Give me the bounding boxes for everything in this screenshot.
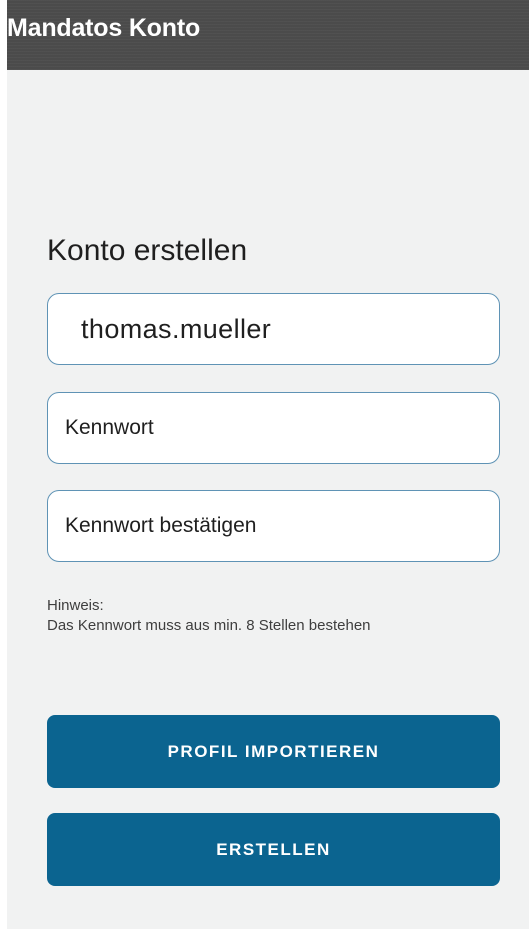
password-hint: Hinweis: Das Kennwort muss aus min. 8 St…: [47, 596, 487, 636]
confirm-password-placeholder: Kennwort bestätigen: [65, 514, 257, 537]
create-account-button[interactable]: ERSTELLEN: [47, 813, 500, 886]
app-bar: Mandatos Konto: [7, 0, 529, 70]
username-field[interactable]: thomas.mueller: [47, 293, 500, 365]
page-title: Konto erstellen: [47, 234, 248, 267]
app-title: Mandatos Konto: [7, 14, 201, 42]
password-placeholder: Kennwort: [65, 416, 154, 439]
username-value: thomas.mueller: [81, 313, 272, 344]
import-profile-button[interactable]: PROFIL IMPORTIEREN: [47, 715, 500, 788]
password-field[interactable]: Kennwort: [47, 392, 500, 464]
hint-label: Hinweis:: [47, 597, 104, 614]
hint-text: Das Kennwort muss aus min. 8 Stellen bes…: [47, 617, 371, 634]
confirm-password-field[interactable]: Kennwort bestätigen: [47, 490, 500, 562]
app-screen: Mandatos Konto Konto erstellen thomas.mu…: [7, 0, 529, 929]
